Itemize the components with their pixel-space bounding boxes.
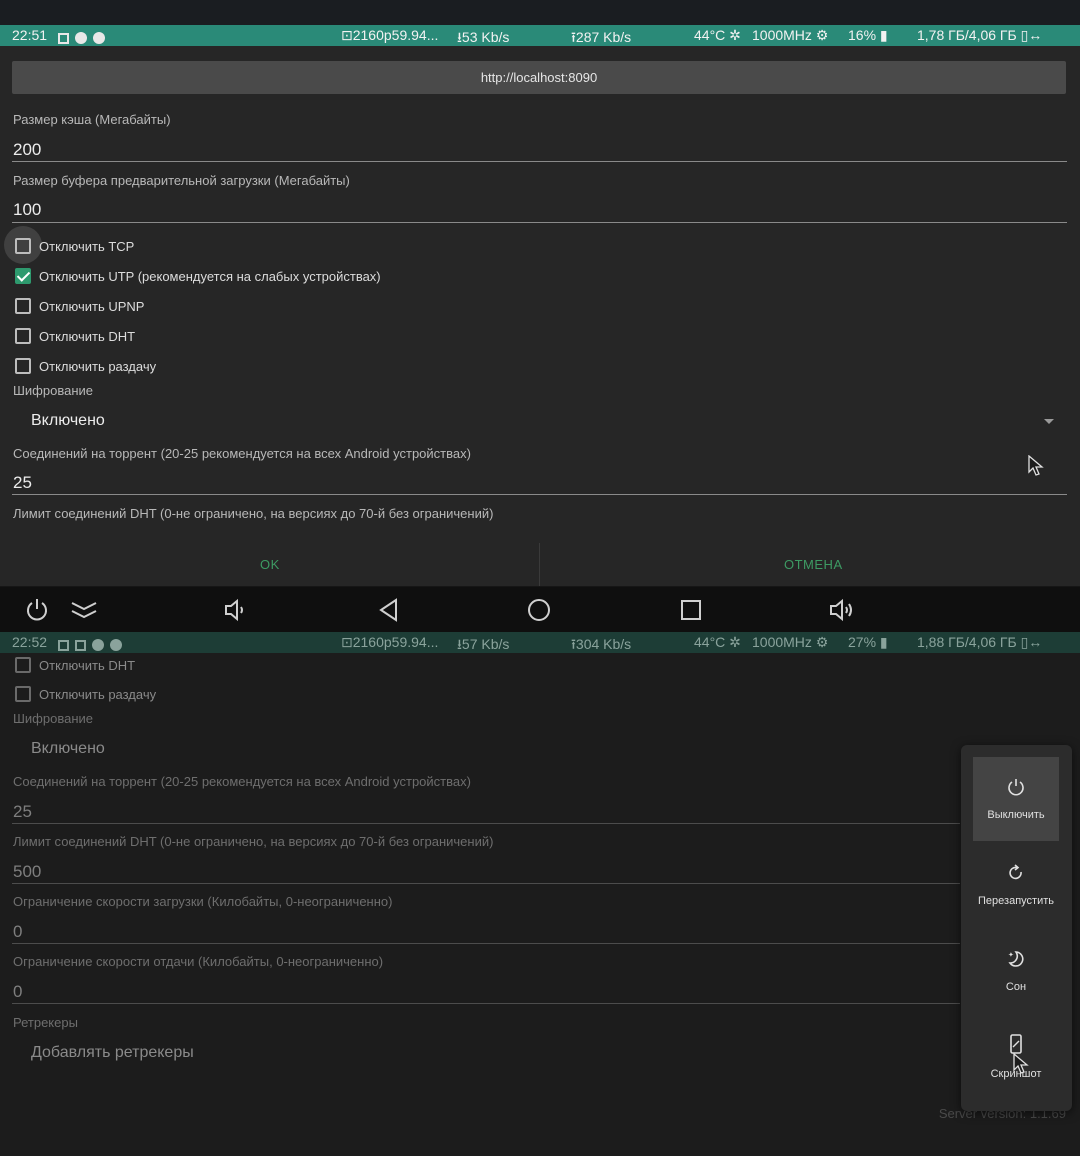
status-video: ⊡2160p59.94...	[341, 634, 439, 650]
status-upload: ⭱287 Kb/s	[571, 29, 632, 45]
cancel-button[interactable]: ОТМЕНА	[784, 557, 843, 572]
notification-icon	[75, 639, 86, 651]
status-download: ⭳53 Kb/s	[457, 29, 510, 45]
collapse-icon[interactable]	[69, 595, 99, 625]
notification-icon	[58, 639, 69, 651]
mouse-cursor-icon	[1028, 455, 1044, 476]
checkbox-box[interactable]	[15, 358, 31, 374]
notification-icon	[58, 32, 69, 44]
power-icon[interactable]	[22, 595, 52, 625]
status-download: ⭳57 Kb/s	[457, 636, 510, 652]
status-cpu: 16% ▮	[848, 27, 888, 43]
notification-dot-icon	[92, 639, 104, 652]
volume-down-icon[interactable]	[220, 595, 250, 625]
volume-up-icon[interactable]	[827, 595, 857, 625]
recents-icon[interactable]	[676, 595, 706, 625]
retrackers-label: Ретрекеры	[13, 1015, 78, 1030]
checkbox-disable-seeding[interactable]: Отключить раздачу	[15, 684, 156, 704]
mouse-cursor-icon	[1013, 1053, 1029, 1074]
settings-dialog: http://localhost:8090 Размер кэша (Мегаб…	[0, 46, 1080, 586]
checkbox-disable-dht[interactable]: Отключить DHT	[15, 326, 135, 346]
status-video: ⊡2160p59.94...	[341, 27, 439, 43]
encryption-label: Шифрование	[13, 383, 93, 398]
checkbox-box[interactable]	[15, 328, 31, 344]
status-notification-icons	[58, 636, 128, 652]
sleep-option[interactable]: ✦ Сон	[973, 929, 1059, 1013]
status-time: 22:52	[12, 634, 48, 650]
encryption-select[interactable]: Включено	[31, 412, 105, 430]
status-freq: 1000MHz ⚙	[752, 634, 829, 650]
encryption-select[interactable]: Включено	[31, 740, 105, 758]
connections-underline	[12, 823, 960, 824]
dropdown-arrow-icon[interactable]	[1044, 419, 1054, 424]
status-memory: 1,88 ГБ/4,06 ГБ ▯↔	[917, 634, 1043, 650]
top-strip	[0, 0, 1080, 25]
cache-size-input[interactable]: 200	[13, 140, 41, 160]
upload-limit-underline	[12, 1003, 960, 1004]
buffer-size-underline	[12, 222, 1067, 223]
dht-limit-underline	[12, 883, 960, 884]
status-bar-bottom: 22:52 ⊡2160p59.94... ⭳57 Kb/s ⭱304 Kb/s …	[0, 632, 1080, 653]
cache-size-underline	[12, 161, 1067, 162]
settings-screen-dimmed: Отключить DHT Отключить раздачу Шифрован…	[0, 653, 1080, 1156]
status-bar-top: 22:51 ⊡2160p59.94... ⭳53 Kb/s ⭱287 Kb/s …	[0, 25, 1080, 46]
server-url-button[interactable]: http://localhost:8090	[12, 61, 1066, 94]
status-temp: 44°C ✲	[694, 634, 741, 650]
status-upload: ⭱304 Kb/s	[571, 636, 632, 652]
back-icon[interactable]	[374, 595, 404, 625]
checkbox-box[interactable]	[15, 657, 31, 673]
connections-label: Соединений на торрент (20-25 рекомендует…	[13, 446, 471, 461]
checkbox-box-checked[interactable]	[15, 268, 31, 284]
dht-limit-label: Лимит соединений DHT (0-не ограничено, н…	[13, 506, 494, 521]
notification-dot-icon	[75, 32, 87, 45]
restart-icon	[1009, 864, 1022, 880]
connections-input[interactable]: 25	[13, 473, 32, 493]
dht-limit-label: Лимит соединений DHT (0-не ограничено, н…	[13, 834, 494, 849]
cache-size-label: Размер кэша (Мегабайты)	[13, 112, 171, 127]
upload-limit-input[interactable]: 0	[13, 982, 22, 1002]
dht-limit-input[interactable]: 500	[13, 862, 41, 882]
status-time: 22:51	[12, 27, 48, 43]
buffer-size-input[interactable]: 100	[13, 200, 41, 220]
upload-limit-label: Ограничение скорости отдачи (Килобайты, …	[13, 954, 384, 969]
connections-label: Соединений на торрент (20-25 рекомендует…	[13, 774, 471, 789]
checkbox-box[interactable]	[15, 298, 31, 314]
status-temp: 44°C ✲	[694, 27, 741, 43]
status-freq: 1000MHz ⚙	[752, 27, 829, 43]
checkbox-disable-upnp[interactable]: Отключить UPNP	[15, 296, 144, 316]
home-icon[interactable]	[524, 595, 554, 625]
checkbox-disable-seeding[interactable]: Отключить раздачу	[15, 356, 156, 376]
notification-dot-icon	[110, 639, 122, 652]
svg-text:✦: ✦	[1008, 951, 1014, 959]
status-memory: 1,78 ГБ/4,06 ГБ ▯↔	[917, 27, 1043, 43]
retrackers-select[interactable]: Добавлять ретрекеры	[31, 1044, 194, 1062]
encryption-label: Шифрование	[13, 711, 93, 726]
connections-input[interactable]: 25	[13, 802, 32, 822]
status-cpu: 27% ▮	[848, 634, 888, 650]
checkbox-box[interactable]	[15, 238, 31, 254]
ok-button[interactable]: OK	[260, 557, 280, 572]
connections-underline	[12, 494, 1067, 495]
checkbox-disable-tcp[interactable]: Отключить TCP	[15, 236, 134, 256]
download-limit-underline	[12, 943, 960, 944]
buffer-size-label: Размер буфера предварительной загрузки (…	[13, 173, 350, 188]
shutdown-option[interactable]: Выключить	[973, 757, 1059, 841]
sleep-moon-icon: ✦	[1008, 951, 1024, 967]
notification-dot-icon	[93, 32, 105, 45]
checkbox-disable-dht[interactable]: Отключить DHT	[15, 655, 135, 675]
footer-divider	[539, 543, 540, 586]
download-limit-label: Ограничение скорости загрузки (Килобайты…	[13, 894, 393, 909]
checkbox-box[interactable]	[15, 686, 31, 702]
checkbox-disable-utp[interactable]: Отключить UTP (рекомендуется на слабых у…	[15, 266, 381, 286]
restart-option[interactable]: Перезапустить	[973, 843, 1059, 927]
download-limit-input[interactable]: 0	[13, 922, 22, 942]
status-notification-icons	[58, 29, 111, 45]
power-icon	[1008, 779, 1024, 796]
navigation-bar	[0, 587, 1080, 632]
